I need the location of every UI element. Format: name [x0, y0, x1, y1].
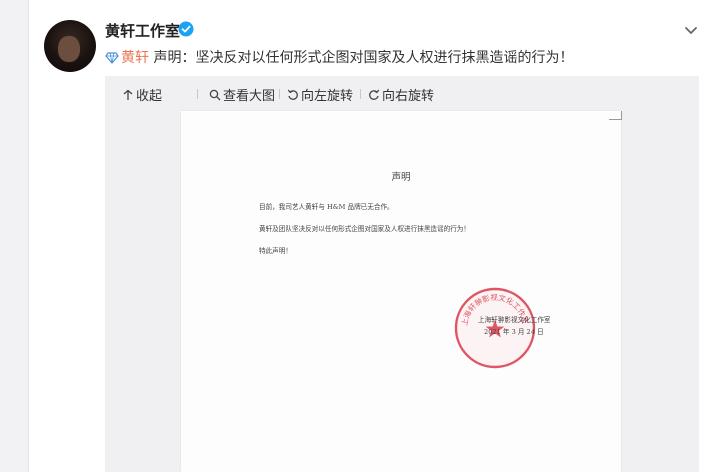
- document-line: 特此声明！: [259, 247, 292, 255]
- document-title: 声明: [391, 172, 411, 183]
- divider: [360, 89, 361, 99]
- collapse-icon: [123, 89, 133, 100]
- chevron-down-icon[interactable]: [683, 22, 699, 38]
- username[interactable]: 黄轩工作室: [105, 20, 180, 41]
- document-date: 2021 年 3 月 24 日: [484, 328, 544, 336]
- document-organization: 上海轩翀影视文化工作室: [478, 316, 551, 324]
- image-toolbar: 收起 查看大图 向左旋转 向右旋转: [105, 76, 699, 110]
- divider: [197, 89, 198, 99]
- verified-icon: [178, 21, 194, 37]
- weibo-post-card: 黄轩工作室 黄轩 声明：坚决反对以任何形式企图对国家及人权进行抹黑造谣的行为！ …: [28, 0, 725, 472]
- collapse-button[interactable]: 收起: [122, 85, 162, 104]
- document-line: 黄轩及团队坚决反对以任何形式企图对国家及人权进行抹黑造谣的行为！: [259, 225, 470, 233]
- corner-mark: [609, 111, 622, 120]
- rotate-right-button[interactable]: 向右旋转: [368, 85, 434, 104]
- rotate-right-icon: [369, 89, 380, 100]
- post-text: 黄轩 声明：坚决反对以任何形式企图对国家及人权进行抹黑造谣的行为！: [105, 47, 573, 67]
- rotate-left-icon: [287, 89, 298, 100]
- image-viewer: 收起 查看大图 向左旋转 向右旋转 声明 目前，我司艺人黄轩与 H&M 品牌已无…: [105, 76, 699, 472]
- post-body: 声明：坚决反对以任何形式企图对国家及人权进行抹黑造谣的行为！: [149, 50, 574, 66]
- document-line: 目前，我司艺人黄轩与 H&M 品牌已无合作。: [259, 203, 394, 211]
- diamond-icon: [105, 52, 119, 64]
- rotate-left-button[interactable]: 向左旋转: [287, 85, 353, 104]
- statement-document: 声明 目前，我司艺人黄轩与 H&M 品牌已无合作。 黄轩及团队坚决反对以任何形式…: [181, 111, 622, 472]
- magnifier-icon: [209, 89, 221, 100]
- avatar[interactable]: [44, 20, 96, 72]
- view-large-button[interactable]: 查看大图: [209, 85, 275, 104]
- divider: [279, 89, 280, 99]
- mention-link[interactable]: 黄轩: [121, 50, 149, 66]
